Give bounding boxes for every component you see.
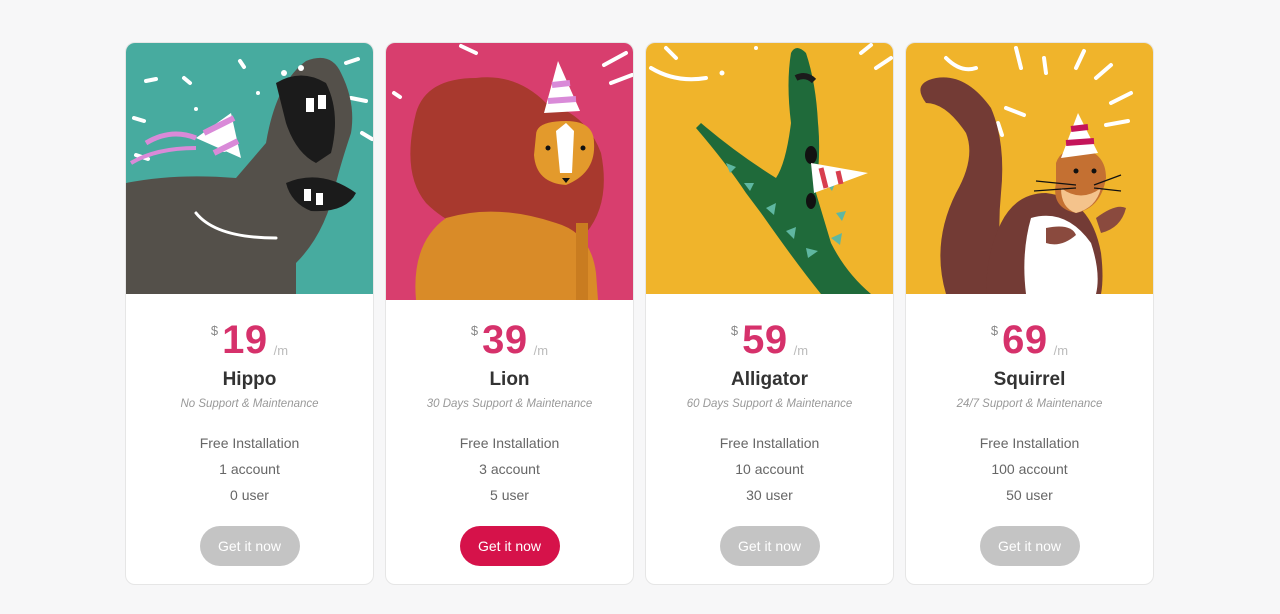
get-it-now-button[interactable]: Get it now xyxy=(459,526,560,566)
price-period: /m xyxy=(533,343,549,358)
price-amount: 39 xyxy=(482,318,528,362)
currency-symbol: $ xyxy=(990,323,999,338)
plan-name: Lion xyxy=(489,369,530,390)
currency-symbol: $ xyxy=(470,323,479,338)
feature-item: 1 account xyxy=(219,461,280,477)
pricing-card-squirrel: $ 69 /m Squirrel 24/7 Support & Maintena… xyxy=(905,42,1154,585)
feature-list: Free Installation 3 account 5 user xyxy=(386,434,633,512)
get-it-now-button[interactable]: Get it now xyxy=(979,526,1080,566)
price-amount: 69 xyxy=(1002,318,1048,362)
price: $ 19 /m xyxy=(126,319,373,361)
price: $ 69 /m xyxy=(906,319,1153,361)
plan-support: 30 Days Support & Maintenance xyxy=(426,398,593,410)
squirrel-party-illustration xyxy=(906,43,1153,294)
price: $ 59 /m xyxy=(646,319,893,361)
feature-list: Free Installation 10 account 30 user xyxy=(646,434,893,512)
feature-item: 3 account xyxy=(479,461,540,477)
plan-support: No Support & Maintenance xyxy=(180,398,319,410)
currency-symbol: $ xyxy=(210,323,219,338)
feature-item: Free Installation xyxy=(199,435,300,451)
hippo-party-illustration xyxy=(126,43,373,294)
feature-item: Free Installation xyxy=(979,435,1080,451)
get-it-now-button[interactable]: Get it now xyxy=(719,526,820,566)
pricing-card-lion: $ 39 /m Lion 30 Days Support & Maintenan… xyxy=(385,42,634,585)
plan-name: Squirrel xyxy=(993,369,1066,390)
price-period: /m xyxy=(793,343,809,358)
feature-list: Free Installation 1 account 0 user xyxy=(126,434,373,512)
price-amount: 19 xyxy=(222,318,268,362)
currency-symbol: $ xyxy=(730,323,739,338)
feature-list: Free Installation 100 account 50 user xyxy=(906,434,1153,512)
price-period: /m xyxy=(1053,343,1069,358)
pricing-card-alligator: $ 59 /m Alligator 60 Days Support & Main… xyxy=(645,42,894,585)
feature-item: 50 user xyxy=(1006,487,1053,503)
plan-name: Hippo xyxy=(222,369,277,390)
price: $ 39 /m xyxy=(386,319,633,361)
plan-support: 24/7 Support & Maintenance xyxy=(956,398,1103,410)
alligator-party-illustration xyxy=(646,43,893,294)
feature-item: 0 user xyxy=(230,487,269,503)
plan-name: Alligator xyxy=(730,369,809,390)
price-amount: 59 xyxy=(742,318,788,362)
feature-item: 30 user xyxy=(746,487,793,503)
lion-party-illustration xyxy=(386,43,633,300)
price-period: /m xyxy=(273,343,289,358)
feature-item: Free Installation xyxy=(719,435,820,451)
feature-item: 5 user xyxy=(490,487,529,503)
feature-item: 10 account xyxy=(735,461,804,477)
feature-item: Free Installation xyxy=(459,435,560,451)
plan-support: 60 Days Support & Maintenance xyxy=(686,398,853,410)
pricing-cards: $ 19 /m Hippo No Support & Maintenance F… xyxy=(125,42,1154,585)
get-it-now-button[interactable]: Get it now xyxy=(199,526,300,566)
pricing-card-hippo: $ 19 /m Hippo No Support & Maintenance F… xyxy=(125,42,374,585)
feature-item: 100 account xyxy=(991,461,1068,477)
